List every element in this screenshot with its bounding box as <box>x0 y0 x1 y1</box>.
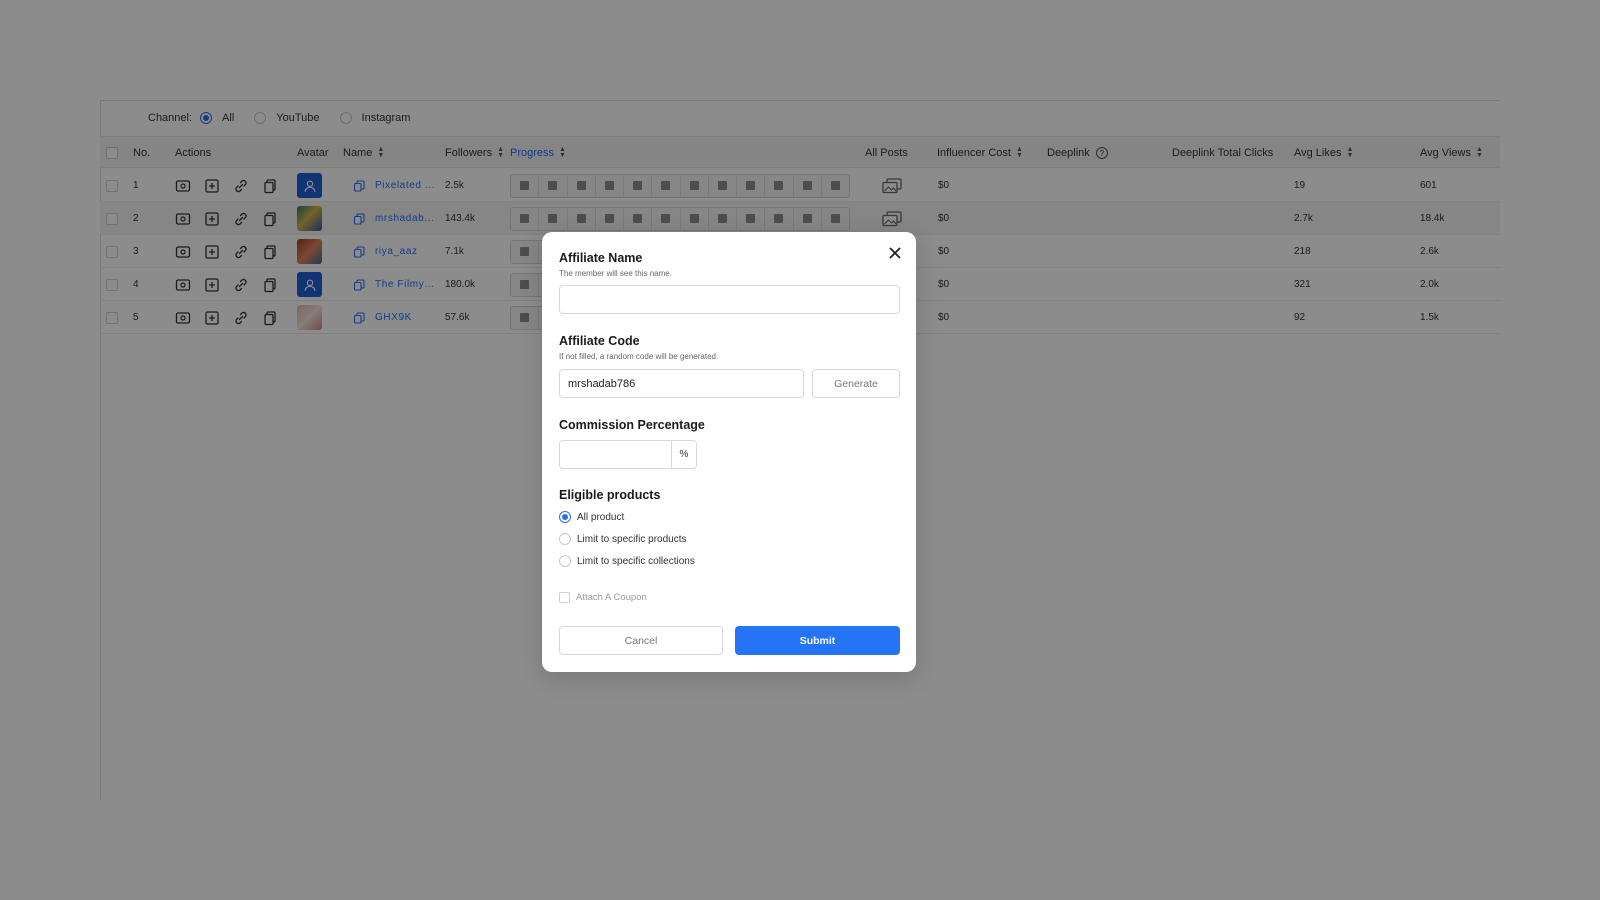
radio-icon[interactable] <box>559 555 571 567</box>
affiliate-name-input[interactable] <box>559 285 900 314</box>
eligible-option-label: Limit to specific products <box>577 533 687 545</box>
attach-coupon-checkbox[interactable]: Attach A Coupon <box>559 592 647 603</box>
generate-button[interactable]: Generate <box>812 369 900 398</box>
eligible-option-all[interactable]: All product <box>559 511 624 523</box>
eligible-option-label: Limit to specific collections <box>577 555 695 567</box>
eligible-option-products[interactable]: Limit to specific products <box>559 533 687 545</box>
attach-coupon-label: Attach A Coupon <box>576 592 647 603</box>
radio-icon[interactable] <box>559 511 571 523</box>
affiliate-modal: Affiliate Name The member will see this … <box>542 232 916 672</box>
cancel-button[interactable]: Cancel <box>559 626 723 655</box>
commission-input[interactable] <box>560 441 672 468</box>
close-icon[interactable] <box>889 247 901 259</box>
commission-title: Commission Percentage <box>559 418 705 432</box>
affiliate-code-hint: If not filled, a random code will be gen… <box>559 352 719 361</box>
affiliate-name-title: Affiliate Name <box>559 251 643 265</box>
affiliate-name-hint: The member will see this name. <box>559 269 672 278</box>
eligible-products-title: Eligible products <box>559 488 661 502</box>
eligible-option-label: All product <box>577 511 625 523</box>
affiliate-code-title: Affiliate Code <box>559 334 640 348</box>
checkbox-icon[interactable] <box>559 592 570 603</box>
percent-suffix: % <box>679 449 689 460</box>
commission-field: % <box>559 440 697 469</box>
affiliate-code-input[interactable]: mrshadab786 <box>559 369 804 398</box>
submit-button[interactable]: Submit <box>735 626 900 655</box>
radio-icon[interactable] <box>559 533 571 545</box>
eligible-option-collections[interactable]: Limit to specific collections <box>559 555 695 567</box>
close-button[interactable] <box>886 244 904 262</box>
